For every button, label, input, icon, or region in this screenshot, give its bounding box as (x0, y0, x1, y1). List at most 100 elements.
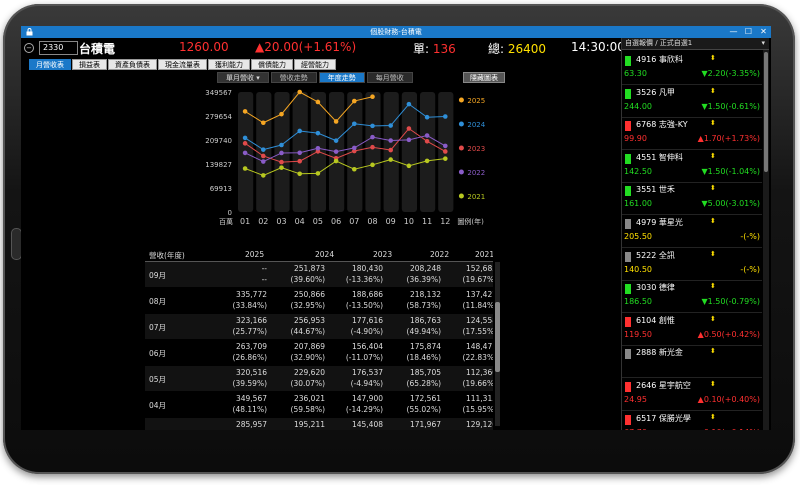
watchlist-header[interactable]: 自選報價 / 正式自選1 ▾ (622, 38, 769, 50)
close-icon[interactable]: ✕ (756, 26, 771, 38)
tab-monthly-revenue[interactable]: 月營收表 (29, 59, 71, 70)
data-point-2021 (261, 173, 266, 178)
data-point-2021 (297, 171, 302, 177)
watchlist-item[interactable]: 3526 凡甲 ⬍ 244.00 ▼1.50(-0.61%) (622, 84, 762, 118)
data-point-2025 (297, 89, 302, 95)
data-point-2021 (388, 157, 393, 162)
data-point-2024 (261, 147, 266, 152)
x-tick-label: 02 (258, 217, 268, 226)
data-point-2025 (242, 109, 248, 114)
tab-operating[interactable]: 經營能力 (294, 59, 336, 70)
cell-percent: (39.60%) (290, 275, 325, 284)
candle-icon (625, 316, 631, 327)
watchlist-item[interactable]: 6768 志強-KY ⬍ 99.90 ▲1.70(+1.73%) (622, 116, 762, 151)
cell-percent: (49.94%) (406, 327, 441, 336)
watchlist-item[interactable]: 2646 星宇航空 ⬍ 24.95 ▲0.10(+0.40%) (622, 377, 762, 411)
alert-icon[interactable]: ⬍ (710, 54, 716, 62)
total-volume-value: 26400 (507, 42, 547, 56)
cell-percent: -- (261, 275, 267, 284)
tab-income-statement[interactable]: 損益表 (72, 59, 107, 70)
chevron-down-icon[interactable]: ▾ (761, 38, 765, 49)
month-band (420, 92, 436, 212)
watchlist-item[interactable]: 3551 世禾 ⬍ 161.00 ▼5.00(-3.01%) (622, 181, 762, 216)
watchlist-stock-name: 6768 志強-KY (636, 120, 688, 130)
watchlist-scroll-thumb[interactable] (764, 52, 768, 172)
alert-icon[interactable]: ⬍ (710, 315, 716, 323)
stock-code-input[interactable]: 2330 (39, 41, 78, 55)
watchlist-item[interactable]: 3030 德律 ⬍ 186.50 ▼1.50(-0.79%) (622, 279, 762, 314)
data-point-2023 (406, 126, 412, 131)
watchlist-scrollbar[interactable] (763, 50, 769, 430)
alert-icon[interactable]: ⬍ (710, 217, 716, 225)
x-tick-label: 11 (422, 217, 432, 226)
subtab-annual-trend[interactable]: 年度走勢 (318, 72, 365, 83)
table-row: 05月 320,516 (39.59%) 229,620 (30.07%) 176,537… (145, 366, 493, 391)
hide-chart-button[interactable]: 隱藏圖表 (463, 72, 505, 83)
tab-balance-sheet[interactable]: 資產負債表 (108, 59, 157, 70)
y-tick-label: 209740 (205, 137, 232, 145)
cell-value: 250,866 (293, 290, 325, 299)
watchlist-price: 67.70 (624, 428, 647, 430)
data-point-2021 (406, 163, 412, 169)
cell-value: 124,558 (465, 316, 493, 325)
maximize-icon[interactable]: ☐ (741, 26, 756, 38)
watchlist-price: 161.00 (624, 199, 652, 209)
header-label: 營收(年度) (149, 251, 185, 260)
alert-icon[interactable]: ⬍ (710, 250, 716, 258)
x-tick-label: 09 (386, 217, 396, 226)
watchlist-stock-name: 6517 保勝光學 (636, 413, 691, 423)
data-point-2021 (424, 158, 430, 164)
watchlist-item[interactable]: 6104 創惟 ⬍ 119.50 ▲0.50(+0.42%) (622, 312, 762, 346)
alert-icon[interactable]: ⬍ (710, 119, 716, 127)
tab-solvency[interactable]: 償債能力 (251, 59, 293, 70)
x-tick-label: 03 (276, 217, 286, 226)
watchlist-item[interactable]: 4916 事欣科 ⬍ 63.30 ▼2.20(-3.35%) (622, 51, 762, 85)
watchlist-item[interactable]: 4979 華星光 ⬍ 205.50 -(-%) (622, 214, 762, 248)
data-point-2024 (370, 123, 375, 129)
watchlist-item[interactable]: 2888 新光金 ⬍ (622, 344, 762, 379)
watchlist-item[interactable]: 5222 全訊 ⬍ 140.50 -(-%) (622, 247, 762, 281)
cell-value: 177,616 (351, 316, 383, 325)
alert-icon[interactable]: ⬍ (710, 87, 716, 95)
watchlist-price: 24.95 (624, 395, 647, 404)
legend-marker-2022 (458, 169, 464, 175)
cell-percent: (-11.07%) (345, 353, 383, 362)
watchlist-item[interactable]: 4551 智伸科 ⬍ 142.50 ▼1.50(-1.04%) (622, 149, 762, 183)
data-point-2025 (279, 111, 284, 117)
cell-value: 229,620 (293, 368, 325, 377)
revenue-chart: 349567 279654 209740 139827 69913 0 百萬 01 02 03 04… (139, 84, 499, 236)
table-row: 07月 323,166 (25.77%) 256,953 (44.67%) 177,616… (145, 314, 493, 339)
legend-label-2025: 2025 (467, 97, 485, 105)
watchlist-change: ▼1.50(-1.04%) (701, 166, 760, 176)
period-dropdown[interactable]: 單月營收 ▾ (217, 72, 269, 83)
cell-value: 111,315 (465, 394, 493, 403)
watchlist-change: ▼2.20(-3.35%) (701, 69, 760, 78)
watchlist-change: ▲1.70(+1.73%) (697, 134, 760, 144)
subtab-revenue-trend[interactable]: 營收走勢 (270, 72, 317, 83)
data-point-2025 (315, 99, 321, 105)
data-point-2023 (279, 159, 284, 165)
alert-icon[interactable]: ⬍ (710, 380, 716, 388)
data-point-2024 (242, 135, 248, 141)
subtab-monthly-revenue[interactable]: 每月營收 (366, 72, 413, 83)
tab-cash-flow[interactable]: 現金流量表 (158, 59, 207, 70)
table-scroll-thumb[interactable] (495, 302, 500, 372)
watchlist-price: 186.50 (624, 297, 652, 307)
alert-icon[interactable]: ⬍ (710, 152, 716, 160)
alert-icon[interactable]: ⬍ (710, 282, 716, 290)
minimize-icon[interactable]: — (726, 26, 741, 38)
watchlist-price: 142.50 (624, 166, 652, 176)
alert-icon[interactable]: ⬍ (710, 347, 716, 355)
legend-label-2024: 2024 (467, 121, 485, 129)
tab-profitability[interactable]: 獲利能力 (208, 59, 250, 70)
alert-icon[interactable]: ⬍ (710, 184, 716, 192)
watchlist-item[interactable]: 6517 保勝光學 ⬍ 67.70 ▲0.10(+0.14%) (622, 410, 762, 430)
x-tick-label: 12 (440, 217, 450, 226)
legend-marker-2021 (458, 193, 464, 199)
cell-value: 320,516 (235, 368, 267, 377)
table-header: 營收(年度) 2025 2024 2023 2022 2021 (145, 248, 493, 262)
total-volume: 總: 26400 (488, 40, 546, 57)
menu-circle-icon[interactable]: − (24, 43, 34, 53)
table-scrollbar[interactable] (495, 262, 500, 426)
alert-icon[interactable]: ⬍ (710, 413, 716, 421)
